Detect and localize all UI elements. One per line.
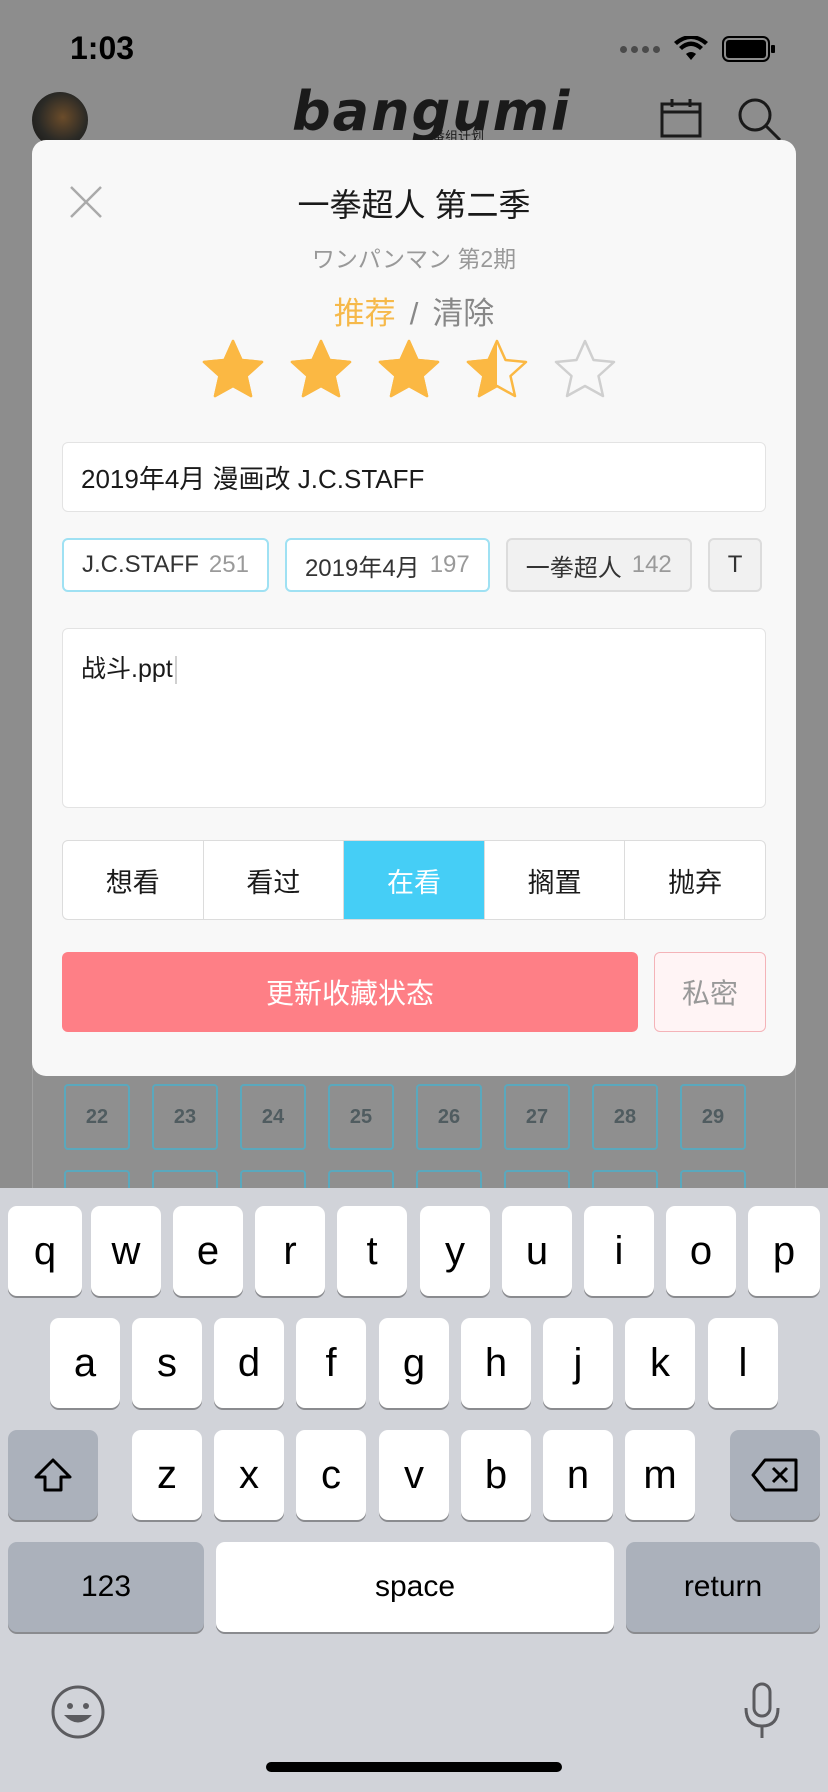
episode-button[interactable]: 28 <box>592 1084 658 1150</box>
home-indicator[interactable] <box>266 1762 562 1772</box>
key-t[interactable]: t <box>337 1206 407 1296</box>
key-w[interactable]: w <box>91 1206 161 1296</box>
status-icons <box>620 36 776 62</box>
tag-suggestions: J.C.STAFF 251 2019年4月 197 一拳超人 142 T <box>62 538 766 594</box>
tag-chip[interactable]: 2019年4月 197 <box>284 538 490 592</box>
key-m[interactable]: m <box>625 1430 695 1520</box>
episode-button[interactable]: 26 <box>416 1084 482 1150</box>
episode-button[interactable]: 29 <box>680 1084 746 1150</box>
key-j[interactable]: j <box>543 1318 613 1408</box>
status-option-on-hold[interactable]: 搁置 <box>485 841 626 919</box>
status-option-collect[interactable]: 看过 <box>204 841 345 919</box>
emoji-icon[interactable] <box>50 1684 106 1740</box>
key-e[interactable]: e <box>173 1206 243 1296</box>
key-l[interactable]: l <box>708 1318 778 1408</box>
episode-button[interactable]: 22 <box>64 1084 130 1150</box>
status-time: 1:03 <box>70 30 135 66</box>
microphone-icon[interactable] <box>742 1682 782 1742</box>
key-d[interactable]: d <box>214 1318 284 1408</box>
tag-chip[interactable]: T <box>707 538 763 592</box>
key-a[interactable]: a <box>50 1318 120 1408</box>
rating-separator: / <box>409 296 419 331</box>
tags-input[interactable]: 2019年4月 漫画改 J.C.STAFF <box>62 442 766 512</box>
key-i[interactable]: i <box>584 1206 654 1296</box>
key-u[interactable]: u <box>502 1206 572 1296</box>
key-v[interactable]: v <box>379 1430 449 1520</box>
update-collection-button[interactable]: 更新收藏状态 <box>62 952 638 1032</box>
key-k[interactable]: k <box>625 1318 695 1408</box>
recommend-label: 推荐 <box>333 296 396 331</box>
comment-text: 战斗.ppt <box>81 655 173 683</box>
text-cursor <box>174 656 177 685</box>
shift-icon <box>34 1458 72 1492</box>
key-g[interactable]: g <box>379 1318 449 1408</box>
key-z[interactable]: z <box>132 1430 202 1520</box>
numbers-key[interactable]: 123 <box>8 1542 204 1632</box>
tag-chip-name: T <box>727 551 743 578</box>
star-icon[interactable] <box>200 338 266 400</box>
tag-chip-name: 一拳超人 <box>525 554 622 582</box>
star-icon[interactable] <box>288 338 354 400</box>
episode-button[interactable]: 24 <box>240 1084 306 1150</box>
keyboard: q w e r t y u i o p a s d f g h j k l z … <box>0 1188 828 1792</box>
return-key[interactable]: return <box>626 1542 820 1632</box>
key-s[interactable]: s <box>132 1318 202 1408</box>
star-icon[interactable] <box>464 338 530 400</box>
key-c[interactable]: c <box>296 1430 366 1520</box>
key-o[interactable]: o <box>666 1206 736 1296</box>
comment-textarea[interactable]: 战斗.ppt <box>62 628 766 808</box>
key-f[interactable]: f <box>296 1318 366 1408</box>
tag-chip-name: 2019年4月 <box>304 554 420 582</box>
tag-chip-count: 197 <box>429 551 470 578</box>
key-b[interactable]: b <box>461 1430 531 1520</box>
battery-icon <box>722 36 776 62</box>
episode-button[interactable]: 27 <box>504 1084 570 1150</box>
episode-button[interactable]: 23 <box>152 1084 218 1150</box>
episode-button[interactable]: 25 <box>328 1084 394 1150</box>
key-q[interactable]: q <box>8 1206 82 1296</box>
key-x[interactable]: x <box>214 1430 284 1520</box>
star-icon[interactable] <box>552 338 618 400</box>
backspace-icon <box>751 1458 798 1492</box>
key-y[interactable]: y <box>420 1206 490 1296</box>
key-r[interactable]: r <box>255 1206 325 1296</box>
key-p[interactable]: p <box>748 1206 820 1296</box>
private-toggle-button[interactable]: 私密 <box>654 952 766 1032</box>
star-icon[interactable] <box>376 338 442 400</box>
star-rating[interactable] <box>200 338 618 400</box>
subject-original-title: ワンパンマン 第2期 <box>311 246 517 272</box>
calendar-icon[interactable] <box>660 98 702 138</box>
search-icon[interactable] <box>736 96 782 142</box>
episode-row: 22 23 24 25 26 27 28 29 <box>64 1084 764 1150</box>
status-option-wish[interactable]: 想看 <box>63 841 204 919</box>
backspace-key[interactable] <box>730 1430 820 1520</box>
subject-title: 一拳超人 第二季 <box>297 187 531 223</box>
tag-chip-count: 142 <box>631 551 672 578</box>
tag-chip-name: J.C.STAFF <box>82 551 199 578</box>
status-option-dropped[interactable]: 抛弃 <box>625 841 765 919</box>
shift-key[interactable] <box>8 1430 98 1520</box>
collection-status-selector: 想看 看过 在看 搁置 抛弃 <box>62 840 766 920</box>
tag-chip[interactable]: 一拳超人 142 <box>505 538 692 592</box>
key-h[interactable]: h <box>461 1318 531 1408</box>
status-option-doing[interactable]: 在看 <box>344 841 485 919</box>
key-n[interactable]: n <box>543 1430 613 1520</box>
wifi-icon <box>674 36 708 62</box>
collection-modal: 一拳超人 第二季 ワンパンマン 第2期 推荐 / 清除 2019年4月 漫画改 J.… <box>32 140 796 1076</box>
space-key[interactable]: space <box>216 1542 614 1632</box>
rating-actions: 推荐 / 清除 <box>32 288 796 333</box>
cellular-signal-icon <box>620 45 660 53</box>
clear-rating-button[interactable]: 清除 <box>432 296 494 331</box>
tag-chip-count: 251 <box>208 551 249 578</box>
tag-chip[interactable]: J.C.STAFF 251 <box>62 538 269 592</box>
